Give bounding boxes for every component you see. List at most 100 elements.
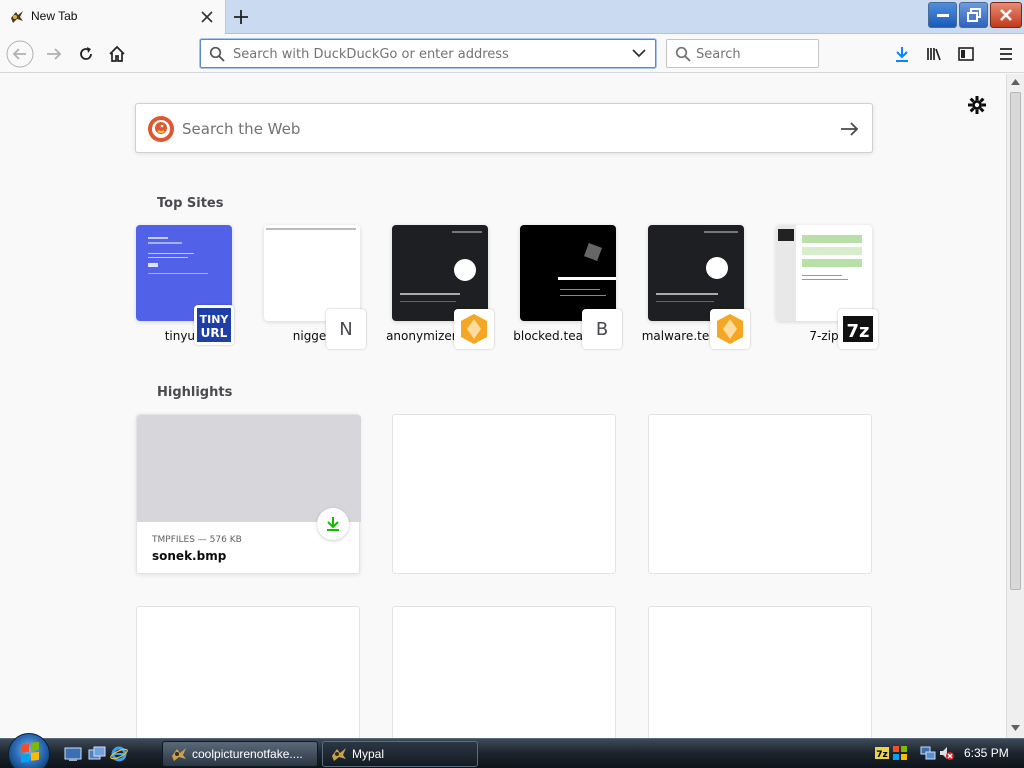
new-tab-button[interactable] xyxy=(228,4,254,30)
home-button[interactable] xyxy=(101,38,133,70)
taskbar-button-label: coolpicturenotfake.... xyxy=(192,747,303,761)
back-arrow-icon xyxy=(6,40,34,68)
download-badge xyxy=(317,508,349,540)
tab-new-tab[interactable]: New Tab xyxy=(0,0,226,34)
top-site-thumbnail xyxy=(264,225,360,321)
taskbar-button-label: Mypal xyxy=(352,747,385,761)
top-site-letter: B xyxy=(595,318,609,340)
top-site-letter: N xyxy=(339,318,353,340)
url-dropdown-button[interactable] xyxy=(631,45,651,63)
top-site-thumbnail xyxy=(648,225,744,321)
security-shield-icon[interactable] xyxy=(892,745,908,761)
search-icon xyxy=(675,46,691,62)
top-site-tile[interactable]: B blocked.teams.c... xyxy=(513,225,623,349)
web-search-box[interactable] xyxy=(135,103,873,153)
sidebar-icon xyxy=(958,47,974,61)
windows-logo-icon xyxy=(21,741,39,763)
top-site-tile[interactable]: N nigger xyxy=(264,225,366,349)
newtab-settings-button[interactable] xyxy=(966,94,988,116)
newtab-page: Top Sites TINYURL tinyurl N nigger xyxy=(0,74,1006,738)
highlight-placeholder xyxy=(136,606,360,738)
switch-windows-icon[interactable] xyxy=(88,745,106,763)
svg-text:TINY: TINY xyxy=(200,313,230,326)
top-site-thumbnail xyxy=(520,225,616,321)
hexagon-logo-icon xyxy=(710,309,750,349)
scrollbar-thumb[interactable] xyxy=(1010,92,1021,590)
reload-icon xyxy=(80,47,92,60)
highlight-meta: TMPFILES — 576 KB xyxy=(152,535,242,545)
download-arrow-icon xyxy=(327,517,339,531)
svg-text:7z: 7z xyxy=(876,750,888,760)
web-search-input[interactable] xyxy=(182,118,822,140)
svg-text:URL: URL xyxy=(201,326,228,340)
duckduckgo-logo-icon xyxy=(148,116,174,142)
letter-fallback-icon: N xyxy=(326,309,366,349)
top-site-thumbnail xyxy=(776,225,872,321)
taskbar-button-image-viewer[interactable]: coolpicturenotfake.... xyxy=(162,741,318,767)
sevenzip-logo-icon: 7z xyxy=(838,309,878,349)
top-site-tile[interactable]: 7z 7-zip xyxy=(776,225,878,349)
minimize-button[interactable] xyxy=(928,2,957,28)
highlight-preview-image xyxy=(137,415,361,522)
search-input[interactable] xyxy=(696,45,814,63)
top-sites-heading: Top Sites xyxy=(157,196,224,211)
highlight-placeholder xyxy=(392,414,616,574)
downloads-button[interactable] xyxy=(886,38,918,70)
search-icon xyxy=(209,46,225,62)
chevron-down-icon xyxy=(632,49,646,58)
sevenzip-logo-text: 7z xyxy=(846,321,869,342)
search-bar[interactable] xyxy=(666,39,819,68)
menu-button[interactable] xyxy=(990,38,1022,70)
tab-title: New Tab xyxy=(31,9,78,23)
scroll-down-arrow-icon[interactable] xyxy=(1011,724,1020,732)
image-viewer-app-icon xyxy=(172,748,186,761)
tab-close-button[interactable] xyxy=(197,7,217,27)
highlight-placeholder xyxy=(648,606,872,738)
highlights-heading: Highlights xyxy=(157,385,233,400)
network-icon[interactable] xyxy=(920,745,936,761)
letter-fallback-icon: B xyxy=(582,309,622,349)
forward-arrow-icon xyxy=(47,48,62,60)
arrow-right-icon xyxy=(841,122,859,136)
top-site-thumbnail xyxy=(392,225,488,321)
top-site-tile[interactable]: anonymizer.test... xyxy=(386,225,494,349)
top-site-tile[interactable]: malware.testcat... xyxy=(642,225,750,349)
scroll-up-arrow-icon[interactable] xyxy=(1011,78,1020,86)
minimize-icon xyxy=(936,14,949,17)
library-icon xyxy=(927,48,941,61)
mypal-app-icon xyxy=(332,748,346,761)
library-button[interactable] xyxy=(918,38,950,70)
windows-taskbar: coolpicturenotfake.... Mypal 7z 6:35 PM xyxy=(0,733,1024,768)
show-desktop-icon[interactable] xyxy=(64,745,82,763)
volume-muted-icon[interactable] xyxy=(938,745,954,761)
vertical-scrollbar[interactable] xyxy=(1006,74,1024,738)
highlight-card[interactable]: TMPFILES — 576 KB sonek.bmp xyxy=(136,414,361,574)
address-bar[interactable] xyxy=(200,39,656,68)
system-tray: 7z 6:35 PM xyxy=(860,739,1024,768)
back-button[interactable] xyxy=(4,38,36,70)
tinyurl-logo-icon: TINY URL xyxy=(194,305,234,345)
close-icon xyxy=(201,11,213,23)
forward-button[interactable] xyxy=(38,38,70,70)
gear-icon xyxy=(968,96,986,114)
home-icon xyxy=(109,45,125,62)
top-site-tile[interactable]: TINY URL tinyurl xyxy=(136,225,234,345)
reload-button[interactable] xyxy=(70,38,102,70)
address-input[interactable] xyxy=(233,45,623,63)
window-controls xyxy=(928,2,1022,28)
taskbar-clock[interactable]: 6:35 PM xyxy=(964,746,1009,760)
taskbar-button-mypal[interactable]: Mypal xyxy=(322,741,478,767)
sevenzip-tray-icon[interactable]: 7z xyxy=(874,745,890,761)
navigation-toolbar xyxy=(0,35,1024,73)
restore-icon xyxy=(966,8,981,22)
sidebar-toggle-button[interactable] xyxy=(950,38,982,70)
internet-explorer-icon[interactable] xyxy=(110,745,128,763)
highlight-placeholder xyxy=(392,606,616,738)
restore-button[interactable] xyxy=(959,2,988,28)
highlight-title: sonek.bmp xyxy=(152,549,227,563)
start-button[interactable] xyxy=(8,733,50,768)
close-window-button[interactable] xyxy=(990,2,1022,28)
title-bar: New Tab xyxy=(0,0,1024,34)
highlight-placeholder xyxy=(648,414,872,574)
web-search-go-button[interactable] xyxy=(836,116,862,142)
